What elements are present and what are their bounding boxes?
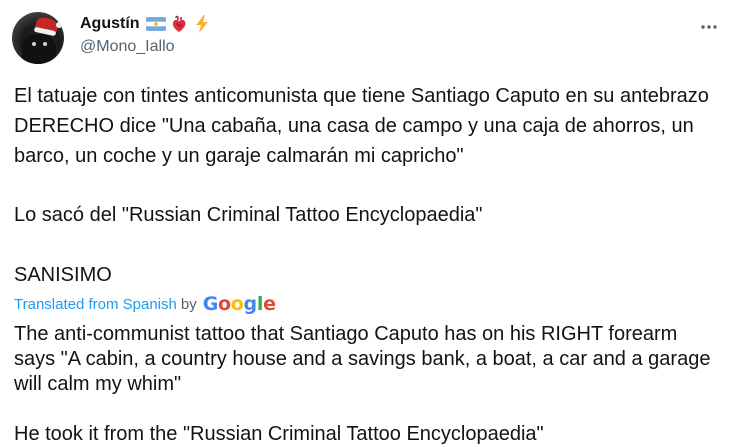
google-logo: Google	[203, 293, 276, 315]
translated-by-label: by	[180, 295, 197, 313]
google-logo-letter: o	[218, 293, 231, 315]
tweet-header: Agustín @Mono_Iallo	[80, 12, 212, 60]
lightning-bolt-icon	[195, 15, 208, 33]
translated-from-label: Translated from Spanish	[14, 295, 177, 313]
translated-text-paragraph: The anti-communist tattoo that Santiago …	[14, 323, 711, 395]
tweet: Agustín @Mono_Iallo El tatuaje con tinte…	[0, 0, 733, 447]
santa-hat-pom	[56, 22, 62, 28]
translation-attribution[interactable]: Translated from Spanish by Google	[14, 293, 276, 315]
google-logo-letter: g	[243, 293, 258, 315]
tweet-text-paragraph: Lo sacó del "Russian Criminal Tattoo Enc…	[14, 204, 483, 226]
argentina-flag-icon	[145, 17, 166, 31]
avatar-eye-right	[43, 42, 47, 46]
google-logo-letter: G	[202, 293, 219, 315]
tweet-text-paragraph: SANISIMO	[14, 264, 112, 286]
avatar-eye-left	[32, 42, 36, 46]
user-handle[interactable]: @Mono_Iallo	[80, 36, 212, 58]
google-logo-letter: o	[230, 293, 244, 315]
name-row: Agustín	[80, 12, 212, 36]
avatar-figure	[22, 34, 56, 64]
display-name[interactable]: Agustín	[80, 15, 140, 33]
google-logo-letter: e	[263, 293, 276, 315]
tweet-text-paragraph: El tatuaje con tintes anticomunista que …	[14, 85, 715, 167]
anatomical-heart-icon	[172, 15, 185, 32]
more-options-button[interactable]	[694, 12, 724, 42]
avatar[interactable]	[12, 12, 64, 64]
translated-text-paragraph: He took it from the "Russian Criminal Ta…	[14, 423, 544, 445]
more-horizontal-icon	[701, 25, 717, 29]
